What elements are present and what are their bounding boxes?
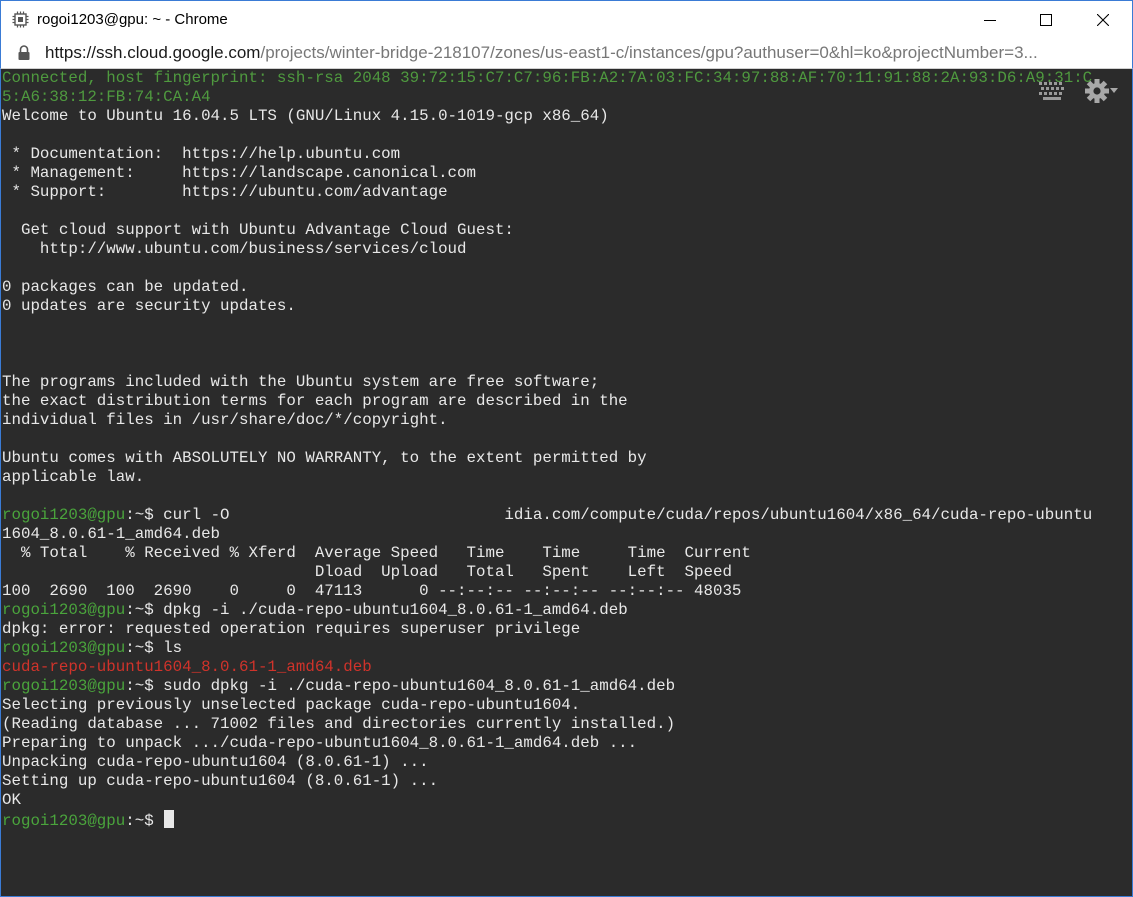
terminal-text: % Total % Received % Xferd Average Speed… [2,544,751,562]
terminal-line: 1604_8.0.61-1_amd64.deb [2,525,1127,544]
terminal-text: * Support: https://ubuntu.com/advantage [2,183,448,201]
terminal-text: * Management: https://landscape.canonica… [2,164,476,182]
terminal-text: Preparing to unpack .../cuda-repo-ubuntu… [2,734,638,752]
terminal-line: Ubuntu comes with ABSOLUTELY NO WARRANTY… [2,449,1127,468]
terminal-line: Dload Upload Total Spent Left Speed [2,563,1127,582]
minimize-icon [984,20,996,21]
chip-icon [12,11,29,28]
terminal-line: rogoi1203@gpu:~$ dpkg -i ./cuda-repo-ubu… [2,601,1127,620]
terminal-text: The programs included with the Ubuntu sy… [2,373,600,391]
terminal-line: 5:A6:38:12:FB:74:CA:A4 [2,88,1127,107]
terminal-text: applicable law. [2,468,145,486]
url-text[interactable]: https://ssh.cloud.google.com/projects/wi… [45,43,1120,63]
terminal-text: 0 updates are security updates. [2,297,296,315]
terminal-line: OK [2,791,1127,810]
close-icon [1097,14,1109,26]
terminal[interactable]: Connected, host fingerprint: ssh-rsa 204… [0,69,1133,897]
terminal-line: rogoi1203@gpu:~$ ls [2,639,1127,658]
window-titlebar[interactable]: rogoi1203@gpu: ~ - Chrome [0,0,1133,38]
terminal-line: Get cloud support with Ubuntu Advantage … [2,221,1127,240]
prompt-user: rogoi1203@gpu [2,506,126,524]
terminal-text: :~$ sudo dpkg -i ./cuda-repo-ubuntu1604_… [125,677,676,695]
terminal-text: Unpacking cuda-repo-ubuntu1604 (8.0.61-1… [2,753,429,771]
terminal-line: Connected, host fingerprint: ssh-rsa 204… [2,69,1127,88]
terminal-text: 1604_8.0.61-1_amd64.deb [2,525,221,543]
terminal-line: rogoi1203@gpu:~$ [2,810,1127,829]
terminal-line: rogoi1203@gpu:~$ sudo dpkg -i ./cuda-rep… [2,677,1127,696]
terminal-line: applicable law. [2,468,1127,487]
close-button[interactable] [1074,1,1132,39]
gear-icon[interactable] [1083,77,1119,105]
terminal-line: cuda-repo-ubuntu1604_8.0.61-1_amd64.deb [2,658,1127,677]
terminal-text: 5:A6:38:12:FB:74:CA:A4 [2,88,211,106]
prompt-user: rogoi1203@gpu [2,639,126,657]
terminal-text: http://www.ubuntu.com/business/services/… [2,240,467,258]
terminal-text: Selecting previously unselected package … [2,696,581,714]
window-title: rogoi1203@gpu: ~ - Chrome [37,11,228,28]
terminal-line: Preparing to unpack .../cuda-repo-ubuntu… [2,734,1127,753]
maximize-button[interactable] [1017,1,1075,39]
terminal-line: Setting up cuda-repo-ubuntu1604 (8.0.61-… [2,772,1127,791]
terminal-line: Unpacking cuda-repo-ubuntu1604 (8.0.61-1… [2,753,1127,772]
terminal-line: rogoi1203@gpu:~$ curl -O idia.com/comput… [2,506,1127,525]
terminal-text: :~$ [125,812,164,829]
terminal-text: Setting up cuda-repo-ubuntu1604 (8.0.61-… [2,772,439,790]
terminal-text: dpkg: error: requested operation require… [2,620,581,638]
terminal-line: individual files in /usr/share/doc/*/cop… [2,411,1127,430]
prompt-user: rogoi1203@gpu [2,601,126,619]
terminal-text: OK [2,791,21,809]
prompt-user: rogoi1203@gpu [2,812,126,829]
terminal-line: 0 packages can be updated. [2,278,1127,297]
terminal-line: % Total % Received % Xferd Average Speed… [2,544,1127,563]
lock-icon [18,45,30,60]
terminal-line: 100 2690 100 2690 0 0 47113 0 --:--:-- -… [2,582,1127,601]
terminal-line: 0 updates are security updates. [2,297,1127,316]
file-name: cuda-repo-ubuntu1604_8.0.61-1_amd64.deb [2,658,372,676]
terminal-output: Connected, host fingerprint: ssh-rsa 204… [2,69,1127,829]
terminal-line: * Management: https://landscape.canonica… [2,164,1127,183]
terminal-text: Connected, host fingerprint: ssh-rsa 204… [2,69,1093,87]
terminal-text: Ubuntu comes with ABSOLUTELY NO WARRANTY… [2,449,647,467]
terminal-text: Get cloud support with Ubuntu Advantage … [2,221,514,239]
url-host: https://ssh.cloud.google.com [45,43,261,62]
terminal-line: dpkg: error: requested operation require… [2,620,1127,639]
terminal-cursor [164,810,175,828]
terminal-text: * Documentation: https://help.ubuntu.com [2,145,401,163]
terminal-text: (Reading database ... 71002 files and di… [2,715,676,733]
terminal-text: Welcome to Ubuntu 16.04.5 LTS (GNU/Linux… [2,107,609,125]
terminal-text: :~$ dpkg -i ./cuda-repo-ubuntu1604_8.0.6… [125,601,628,619]
terminal-line: http://www.ubuntu.com/business/services/… [2,240,1127,259]
terminal-line: * Support: https://ubuntu.com/advantage [2,183,1127,202]
address-bar[interactable]: https://ssh.cloud.google.com/projects/wi… [0,38,1133,69]
terminal-line: * Documentation: https://help.ubuntu.com [2,145,1127,164]
terminal-line: (Reading database ... 71002 files and di… [2,715,1127,734]
terminal-text: 0 packages can be updated. [2,278,249,296]
minimize-button[interactable] [961,1,1019,39]
terminal-text: :~$ curl -O idia.com/compute/cuda/repos/… [125,506,1093,524]
terminal-line: The programs included with the Ubuntu sy… [2,373,1127,392]
terminal-text: individual files in /usr/share/doc/*/cop… [2,411,448,429]
maximize-icon [1040,14,1052,26]
terminal-text: :~$ ls [125,639,183,657]
terminal-line: Selecting previously unselected package … [2,696,1127,715]
terminal-line: Welcome to Ubuntu 16.04.5 LTS (GNU/Linux… [2,107,1127,126]
terminal-text: Dload Upload Total Spent Left Speed [2,563,732,581]
terminal-text: the exact distribution terms for each pr… [2,392,628,410]
terminal-line: the exact distribution terms for each pr… [2,392,1127,411]
url-path: /projects/winter-bridge-218107/zones/us-… [260,43,1038,62]
terminal-text: 100 2690 100 2690 0 0 47113 0 --:--:-- -… [2,582,742,600]
keyboard-icon[interactable] [1037,80,1067,102]
prompt-user: rogoi1203@gpu [2,677,126,695]
